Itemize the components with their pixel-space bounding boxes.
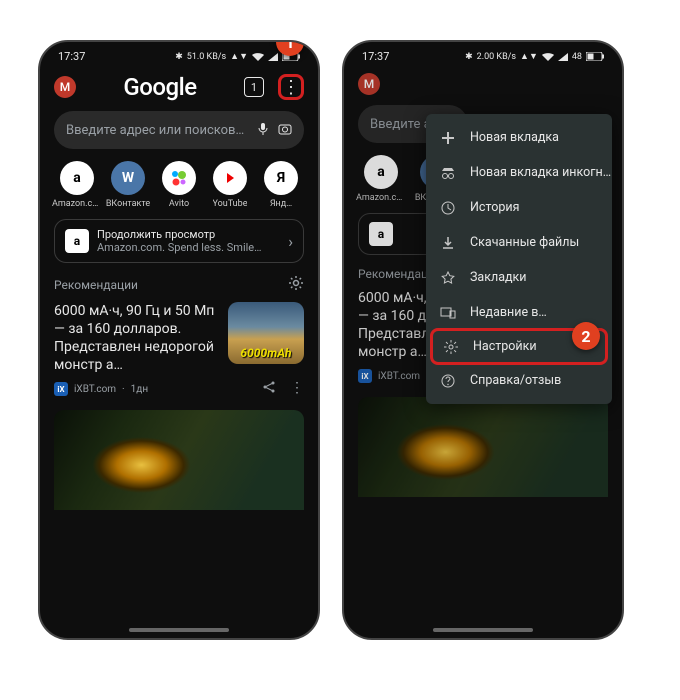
source-badge-icon: iX bbox=[54, 382, 68, 396]
signal-icon bbox=[268, 53, 278, 61]
shortcut-label: Amazon.co… bbox=[52, 199, 102, 209]
amazon-icon: a bbox=[65, 229, 89, 253]
more-vert-icon: ⋮ bbox=[282, 77, 300, 98]
status-time: 17:37 bbox=[58, 50, 85, 63]
amazon-icon: a bbox=[60, 161, 94, 195]
shortcut-label: YouTube bbox=[213, 199, 248, 209]
download-icon bbox=[440, 236, 456, 250]
home-indicator bbox=[433, 628, 533, 632]
youtube-icon bbox=[213, 161, 247, 195]
recommendations-header: Рекомендации bbox=[40, 275, 318, 302]
status-icons: ✱ 2.00 KB/s ▲▼ 48 bbox=[465, 51, 604, 62]
yandex-icon: Я bbox=[264, 161, 298, 195]
phone-left: 1 17:37 ✱ 51.0 KB/s ▲▼ M Google 1 ⋮ Введ… bbox=[38, 40, 320, 640]
signal-icon bbox=[558, 53, 568, 61]
shortcut-amazon[interactable]: a Amazon.co… bbox=[358, 155, 404, 203]
article-card[interactable]: 6000 мА·ч, 90 Гц и 50 Мп — за 160 доллар… bbox=[54, 302, 304, 404]
shortcut-label: Amazon.co… bbox=[356, 193, 406, 203]
shortcuts-row: a Amazon.co… W ВКонтакте Avito YouTube Я… bbox=[40, 161, 318, 219]
continue-card[interactable]: a Продолжить просмотр Amazon.com. Spend … bbox=[54, 219, 304, 263]
shortcut-label: Янд… bbox=[270, 199, 292, 209]
browser-header: M Google 1 ⋮ bbox=[40, 67, 318, 111]
menu-item-label: Новая вкладка bbox=[470, 130, 559, 145]
menu-item-label: Новая вкладка инкогн… bbox=[470, 165, 611, 180]
phone-right: 17:37 ✱ 2.00 KB/s ▲▼ 48 M Введите адрес … bbox=[342, 40, 624, 640]
continue-title: Продолжить просмотр bbox=[97, 228, 280, 241]
search-bar[interactable]: Введите адрес или поисковый… bbox=[54, 111, 304, 149]
home-indicator bbox=[129, 628, 229, 632]
article-headline: 6000 мА·ч, 90 Гц и 50 Мп — за 160 доллар… bbox=[54, 302, 218, 374]
continue-subtitle: Amazon.com. Spend less. Smile… bbox=[97, 241, 280, 254]
avatar[interactable]: M bbox=[358, 73, 380, 95]
search-placeholder: Введите адрес или поисковый… bbox=[66, 123, 248, 138]
article-source: iXBT.com bbox=[74, 384, 116, 395]
article-thumbnail: 6000mAh bbox=[228, 302, 304, 364]
amazon-icon: a bbox=[364, 155, 398, 189]
feed-image[interactable] bbox=[358, 397, 608, 497]
menu-item-label: Настройки bbox=[473, 339, 537, 354]
amazon-icon: a bbox=[369, 222, 393, 246]
gear-icon[interactable] bbox=[288, 275, 304, 294]
menu-bookmarks[interactable]: Закладки bbox=[426, 260, 612, 295]
shortcut-label: ВКонтакте bbox=[106, 199, 150, 209]
battery-icon bbox=[586, 52, 604, 61]
article-source: iXBT.com bbox=[378, 371, 420, 382]
shortcut-vk[interactable]: W ВКонтакте bbox=[105, 161, 151, 209]
share-icon[interactable] bbox=[262, 380, 276, 398]
menu-item-label: Скачанные файлы bbox=[470, 235, 579, 250]
status-time: 17:37 bbox=[362, 50, 389, 63]
star-icon bbox=[440, 271, 456, 285]
menu-item-label: История bbox=[470, 200, 519, 215]
tabs-button[interactable]: 1 bbox=[244, 77, 264, 97]
incognito-icon bbox=[440, 167, 456, 179]
menu-item-label: Справка/отзыв bbox=[470, 373, 561, 388]
menu-item-label: Закладки bbox=[470, 270, 527, 285]
wifi-icon bbox=[252, 53, 264, 61]
shortcut-label: Avito bbox=[169, 199, 189, 209]
menu-history[interactable]: История bbox=[426, 190, 612, 225]
shortcut-youtube[interactable]: YouTube bbox=[207, 161, 253, 209]
avito-icon bbox=[162, 161, 196, 195]
shortcut-yandex[interactable]: Я Янд… bbox=[258, 161, 304, 209]
source-badge-icon: iX bbox=[358, 369, 372, 383]
google-logo: Google bbox=[86, 73, 234, 101]
recs-label: Рекомендации bbox=[54, 278, 138, 292]
overflow-menu: Новая вкладка Новая вкладка инкогн… Исто… bbox=[426, 114, 612, 404]
browser-header: M bbox=[344, 67, 622, 105]
avatar[interactable]: M bbox=[54, 76, 76, 98]
thumb-badge: 6000mAh bbox=[232, 346, 300, 360]
mic-icon[interactable] bbox=[256, 122, 270, 139]
plus-icon bbox=[440, 131, 456, 145]
callout-2: 2 bbox=[572, 322, 600, 350]
gear-icon bbox=[443, 340, 459, 354]
menu-button[interactable]: ⋮ bbox=[278, 74, 304, 100]
menu-downloads[interactable]: Скачанные файлы bbox=[426, 225, 612, 260]
feed-image[interactable] bbox=[54, 410, 304, 510]
menu-new-tab[interactable]: Новая вкладка bbox=[426, 120, 612, 155]
article-age: 1дн bbox=[131, 384, 148, 395]
chevron-right-icon: › bbox=[288, 232, 293, 251]
shortcut-amazon[interactable]: a Amazon.co… bbox=[54, 161, 100, 209]
vk-icon: W bbox=[111, 161, 145, 195]
devices-icon bbox=[440, 307, 456, 319]
help-icon bbox=[440, 374, 456, 388]
shortcut-avito[interactable]: Avito bbox=[156, 161, 202, 209]
menu-incognito[interactable]: Новая вкладка инкогн… bbox=[426, 155, 612, 190]
menu-item-label: Недавние в… bbox=[470, 305, 547, 320]
status-bar: 17:37 ✱ 2.00 KB/s ▲▼ 48 bbox=[344, 42, 622, 67]
camera-icon[interactable] bbox=[278, 122, 292, 139]
wifi-icon bbox=[542, 53, 554, 61]
history-icon bbox=[440, 201, 456, 215]
more-vert-icon[interactable]: ⋮ bbox=[290, 380, 304, 398]
menu-help[interactable]: Справка/отзыв bbox=[426, 363, 612, 398]
